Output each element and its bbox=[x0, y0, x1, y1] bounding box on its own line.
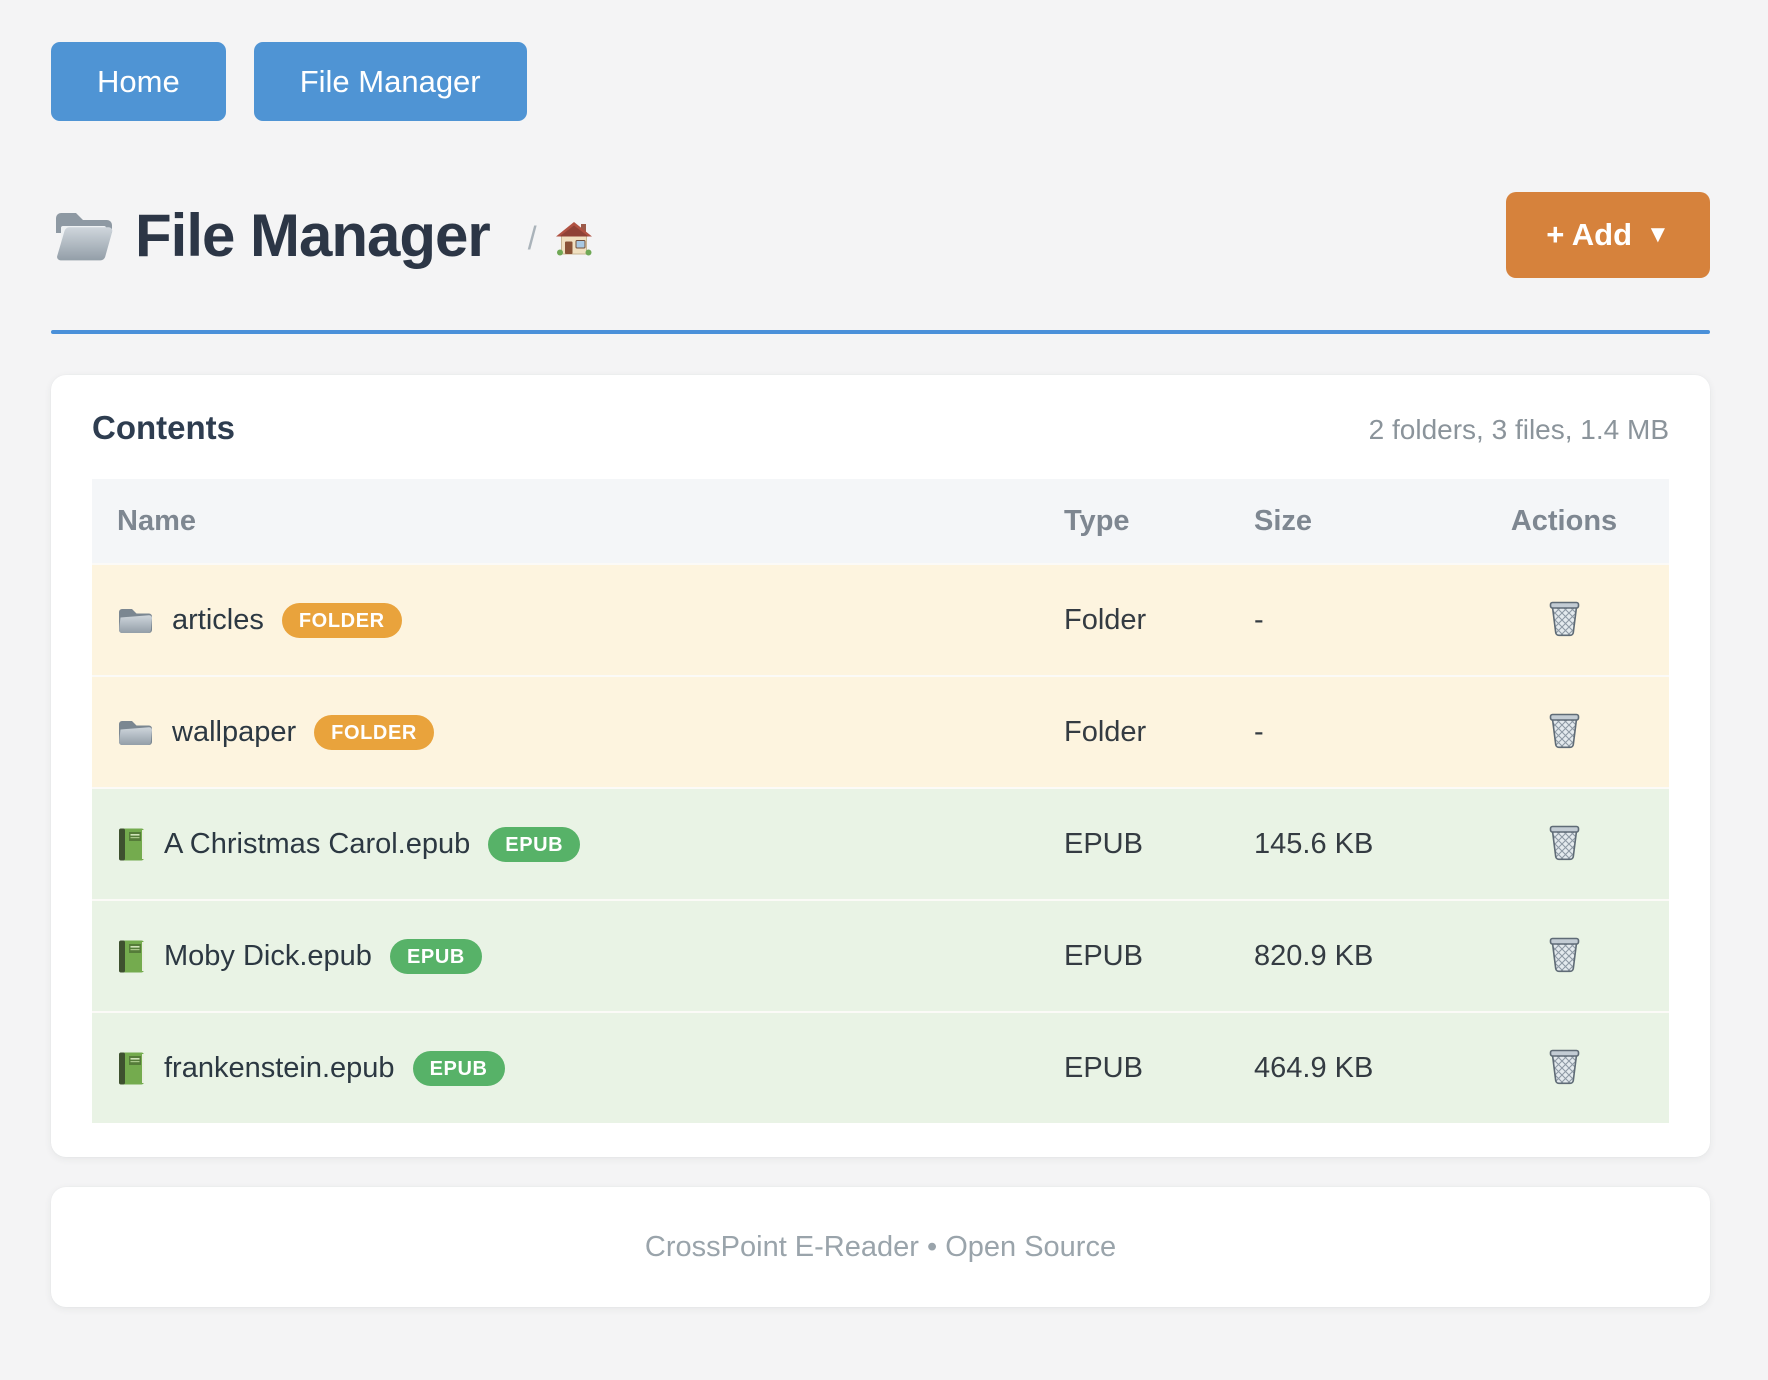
breadcrumb-separator: / bbox=[528, 220, 537, 257]
table-row: A Christmas Carol.epub EPUB EPUB 145.6 K… bbox=[92, 787, 1669, 899]
column-header-type: Type bbox=[1039, 479, 1229, 563]
footer-card: CrossPoint E-Reader • Open Source bbox=[51, 1187, 1710, 1307]
type-cell: Folder bbox=[1039, 675, 1229, 787]
page: Home File Manager File Manager / bbox=[0, 0, 1768, 1380]
trash-icon[interactable] bbox=[1544, 1043, 1585, 1089]
type-cell: Folder bbox=[1039, 563, 1229, 675]
epub-badge: EPUB bbox=[413, 1051, 505, 1086]
file-name[interactable]: wallpaper bbox=[172, 716, 296, 749]
file-name[interactable]: Moby Dick.epub bbox=[164, 940, 372, 973]
type-cell: EPUB bbox=[1039, 899, 1229, 1011]
footer-text: CrossPoint E-Reader • Open Source bbox=[645, 1231, 1116, 1264]
title-underline bbox=[51, 330, 1710, 334]
size-cell: 820.9 KB bbox=[1229, 899, 1459, 1011]
folder-icon bbox=[117, 605, 154, 636]
size-cell: 464.9 KB bbox=[1229, 1011, 1459, 1123]
house-icon[interactable] bbox=[555, 221, 593, 257]
column-header-name: Name bbox=[92, 479, 1039, 563]
caret-down-icon: ▼ bbox=[1646, 221, 1670, 249]
nav-home-button[interactable]: Home bbox=[51, 42, 226, 121]
table-row: Moby Dick.epub EPUB EPUB 820.9 KB bbox=[92, 899, 1669, 1011]
trash-icon[interactable] bbox=[1544, 595, 1585, 641]
trash-icon[interactable] bbox=[1544, 931, 1585, 977]
epub-badge: EPUB bbox=[488, 827, 580, 862]
file-table: Name Type Size Actions bbox=[92, 479, 1669, 1123]
contents-heading: Contents bbox=[92, 409, 235, 447]
title-row: File Manager / + Add ▼ bbox=[51, 173, 1710, 297]
folder-badge: FOLDER bbox=[282, 603, 402, 638]
table-row: frankenstein.epub EPUB EPUB 464.9 KB bbox=[92, 1011, 1669, 1123]
type-cell: EPUB bbox=[1039, 1011, 1229, 1123]
top-nav: Home File Manager bbox=[51, 42, 1710, 121]
size-cell: - bbox=[1229, 563, 1459, 675]
file-name[interactable]: A Christmas Carol.epub bbox=[164, 828, 470, 861]
table-header-row: Name Type Size Actions bbox=[92, 479, 1669, 563]
column-header-actions: Actions bbox=[1459, 479, 1669, 563]
nav-file-manager-button[interactable]: File Manager bbox=[254, 42, 527, 121]
folder-icon bbox=[117, 717, 154, 748]
green-book-icon bbox=[117, 1051, 146, 1086]
column-header-size: Size bbox=[1229, 479, 1459, 563]
epub-badge: EPUB bbox=[390, 939, 482, 974]
file-name[interactable]: articles bbox=[172, 604, 264, 637]
size-cell: 145.6 KB bbox=[1229, 787, 1459, 899]
add-button-label: + Add bbox=[1546, 217, 1632, 253]
add-button[interactable]: + Add ▼ bbox=[1506, 192, 1710, 278]
type-cell: EPUB bbox=[1039, 787, 1229, 899]
title-group: File Manager / bbox=[51, 201, 593, 270]
open-folder-icon bbox=[51, 207, 115, 263]
table-row: wallpaper FOLDER Folder - bbox=[92, 675, 1669, 787]
table-row: articles FOLDER Folder - bbox=[92, 563, 1669, 675]
size-cell: - bbox=[1229, 675, 1459, 787]
contents-card: Contents 2 folders, 3 files, 1.4 MB Name… bbox=[51, 375, 1710, 1157]
green-book-icon bbox=[117, 939, 146, 974]
contents-header: Contents 2 folders, 3 files, 1.4 MB bbox=[92, 409, 1669, 453]
contents-summary: 2 folders, 3 files, 1.4 MB bbox=[1369, 414, 1669, 446]
file-name[interactable]: frankenstein.epub bbox=[164, 1052, 395, 1085]
green-book-icon bbox=[117, 827, 146, 862]
page-title: File Manager bbox=[135, 201, 490, 270]
trash-icon[interactable] bbox=[1544, 707, 1585, 753]
trash-icon[interactable] bbox=[1544, 819, 1585, 865]
folder-badge: FOLDER bbox=[314, 715, 434, 750]
